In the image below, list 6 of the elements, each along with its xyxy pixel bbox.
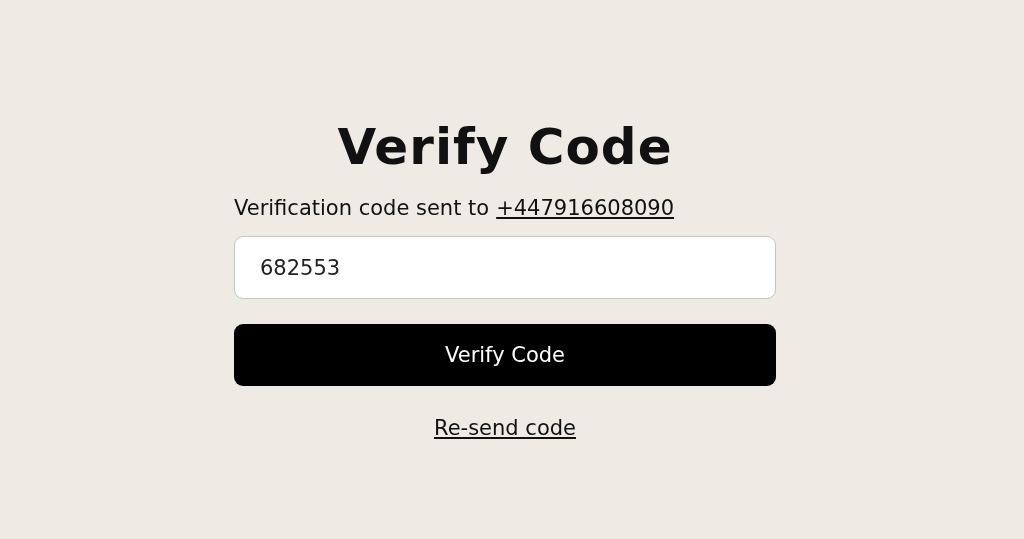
code-input-field[interactable]: 682553 bbox=[234, 236, 776, 299]
page-title: Verify Code bbox=[337, 118, 673, 176]
phone-number-link[interactable]: +447916608090 bbox=[496, 196, 675, 220]
verify-code-button[interactable]: Verify Code bbox=[234, 324, 776, 386]
resend-code-link[interactable]: Re-send code bbox=[434, 416, 576, 440]
verification-message: Verification code sent to bbox=[234, 196, 490, 220]
